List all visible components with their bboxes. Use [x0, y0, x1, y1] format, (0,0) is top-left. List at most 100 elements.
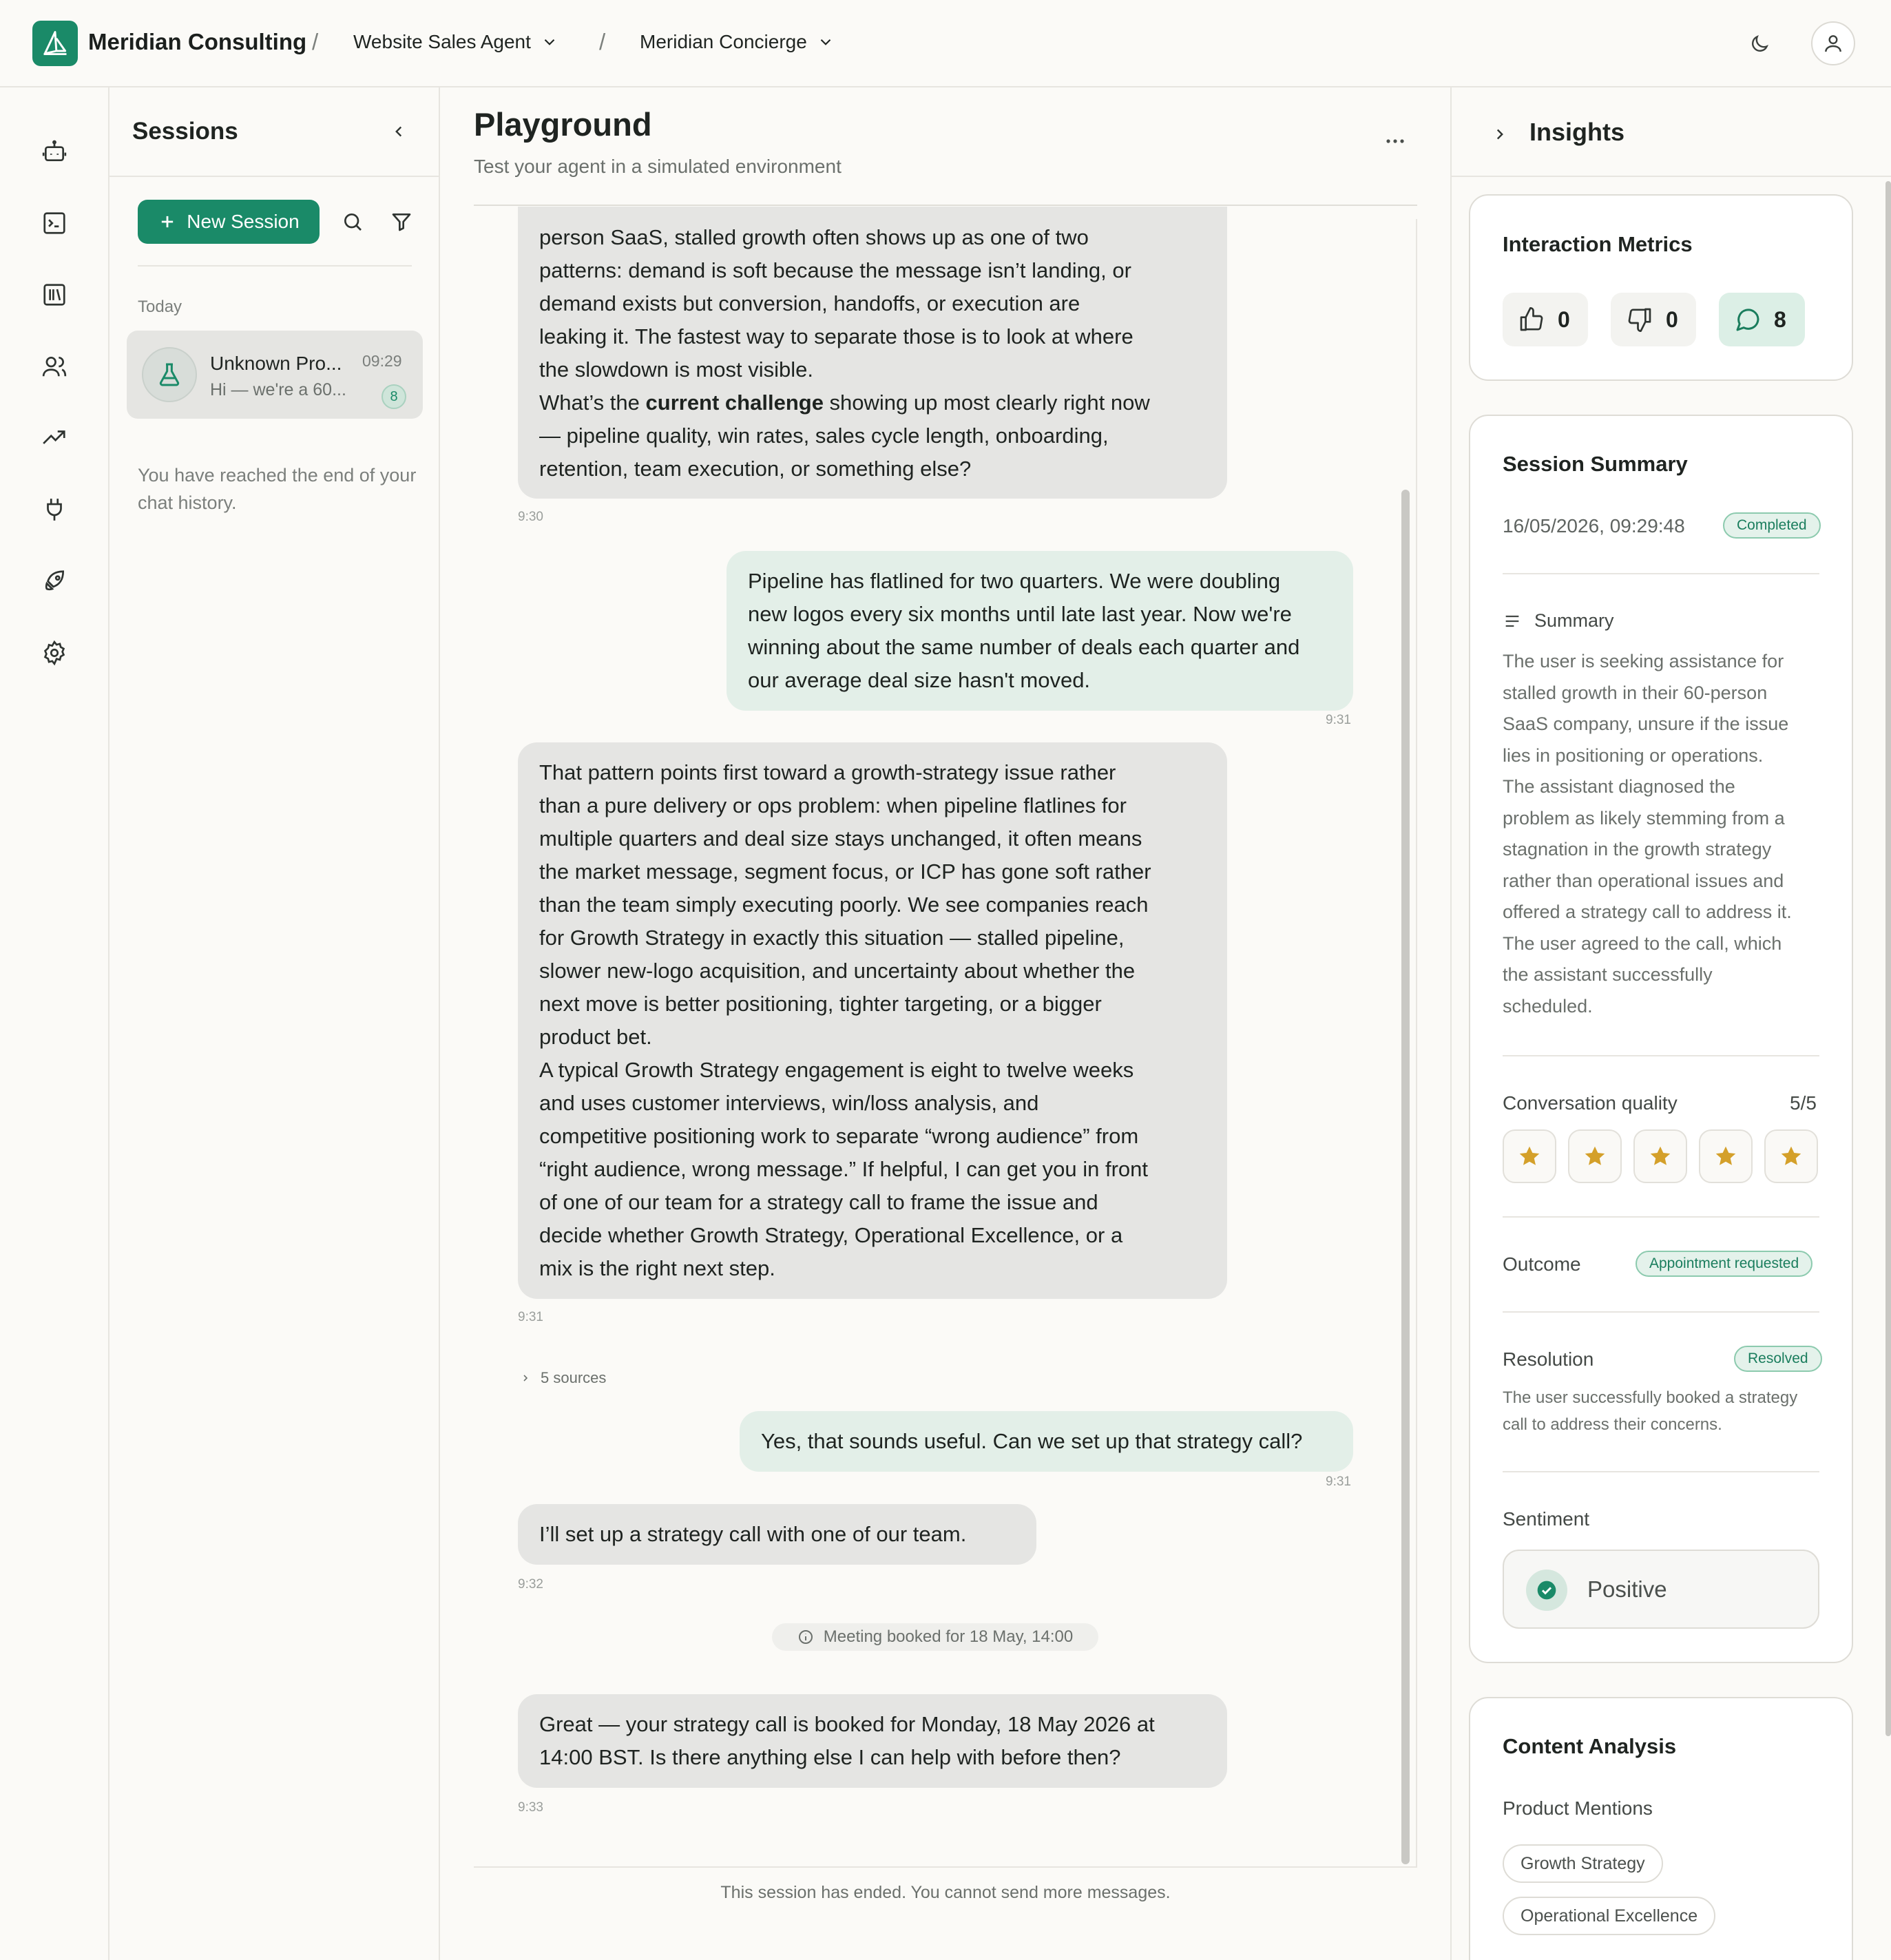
nav-deploy[interactable]: [39, 565, 70, 597]
thumbs-up-value: 0: [1558, 306, 1570, 332]
message-count-value: 8: [1774, 306, 1786, 332]
message-line: our average deal size hasn't moved.: [748, 668, 1091, 692]
sentiment-indicator: Positive: [1503, 1550, 1819, 1629]
summary-label: Summary: [1503, 610, 1614, 632]
divider: [138, 265, 412, 267]
sessions-title: Sessions: [132, 118, 238, 145]
plug-icon: [47, 499, 62, 521]
message-line: slower new-logo acquisition, and uncerta…: [539, 959, 1136, 983]
message-line: winning about the same number of deals e…: [748, 635, 1300, 659]
star-rating-2: [1568, 1129, 1622, 1183]
star-icon: [1781, 1146, 1801, 1165]
summary-line: The user is seeking assistance for: [1503, 651, 1784, 671]
moon-icon: [1752, 35, 1768, 52]
message-line: leaking it. The fastest way to separate …: [539, 324, 1133, 348]
chat-bubble-icon: [1736, 309, 1759, 331]
user-menu-button[interactable]: [1811, 21, 1855, 65]
divider: [1503, 573, 1819, 574]
message-count[interactable]: 8: [1719, 293, 1805, 346]
text-span: showing up most clearly right now: [823, 390, 1150, 415]
collapse-insights-button[interactable]: [1486, 121, 1514, 148]
message-line: 14:00 BST. Is there anything else I can …: [539, 1745, 1121, 1769]
session-list-item[interactable]: Unknown Pro... Hi — we're a 60... 09:29 …: [127, 331, 423, 419]
new-session-label: New Session: [187, 211, 300, 232]
nav-contacts[interactable]: [39, 351, 70, 382]
message-line: of one of our team for a strategy call t…: [539, 1190, 1098, 1214]
nav-integrations[interactable]: [39, 494, 70, 525]
nav-library[interactable]: [39, 279, 70, 311]
message-line: patterns: demand is soft because the mes…: [539, 258, 1131, 282]
chevron-left-icon: [395, 126, 402, 137]
theme-toggle-button[interactable]: [1743, 28, 1776, 61]
org-name[interactable]: Meridian Consulting: [88, 29, 306, 55]
agent-selector[interactable]: Website Sales Agent: [353, 31, 558, 53]
divider: [474, 205, 1417, 206]
breadcrumb-separator: /: [312, 29, 319, 54]
summary-line: stagnation in the growth strategy: [1503, 839, 1772, 859]
nav-analytics[interactable]: [39, 422, 70, 454]
message-line: — pipeline quality, win rates, sales cyc…: [539, 424, 1109, 448]
card-title: Interaction Metrics: [1503, 232, 1693, 256]
star-icon: [1519, 1146, 1540, 1165]
product-mention-chip[interactable]: Growth Strategy: [1503, 1844, 1663, 1883]
nav-playground[interactable]: [39, 207, 70, 239]
session-time: 09:29: [362, 352, 402, 370]
nav-settings[interactable]: [39, 637, 70, 669]
sources-toggle[interactable]: 5 sources: [520, 1369, 606, 1387]
message-line: That pattern points first toward a growt…: [539, 760, 1116, 784]
summary-line: stalled growth in their 60-person: [1503, 682, 1768, 703]
text-lines-icon: [1505, 615, 1519, 627]
flask-icon: [159, 363, 180, 386]
persona-selector[interactable]: Meridian Concierge: [640, 31, 835, 53]
chevron-right-icon: [523, 1375, 528, 1382]
message-line: Pipeline has flatlined for two quarters.…: [748, 569, 1281, 593]
meeting-booked-event: Meeting booked for 18 May, 14:00: [772, 1623, 1098, 1651]
collapse-sessions-button[interactable]: [385, 118, 412, 145]
filter-sessions-button[interactable]: [388, 208, 415, 236]
divider: [1503, 1055, 1819, 1056]
search-sessions-button[interactable]: [339, 208, 366, 236]
chevron-right-icon: [1496, 129, 1503, 140]
resolution-label: Resolution: [1503, 1348, 1594, 1370]
nav-agents[interactable]: [39, 136, 70, 167]
message-count-badge: 8: [382, 384, 406, 409]
assistant-message: Great — your strategy call is booked for…: [518, 1694, 1227, 1788]
message-line: product bet.: [539, 1025, 652, 1049]
message-line: retention, team execution, or something …: [539, 457, 972, 481]
message-line: What’s the current challenge showing up …: [539, 386, 1206, 419]
message-line: new logos every six months until late la…: [748, 602, 1292, 626]
thumbs-down-count[interactable]: 0: [1611, 293, 1696, 346]
insights-scrollbar[interactable]: [1885, 181, 1891, 1736]
user-message: Pipeline has flatlined for two quarters.…: [727, 551, 1353, 711]
org-logo[interactable]: [32, 21, 78, 66]
message-timestamp: 9:33: [518, 1800, 543, 1815]
session-summary-card: [1469, 415, 1853, 1663]
plus-icon: [162, 216, 174, 228]
nav-rail: [0, 87, 109, 1960]
product-mention-chip[interactable]: Operational Excellence: [1503, 1897, 1716, 1935]
thumbs-up-count[interactable]: 0: [1503, 293, 1588, 346]
message-line: than a pure delivery or ops problem: whe…: [539, 793, 1127, 817]
summary-text: The user is seeking assistance for stall…: [1503, 646, 1819, 1022]
more-options-button[interactable]: [1381, 131, 1409, 152]
assistant-message: That pattern points first toward a growt…: [518, 742, 1227, 1299]
trending-up-icon: [43, 430, 65, 444]
users-icon: [42, 356, 67, 377]
message-line: person SaaS, stalled growth often shows …: [539, 225, 1089, 249]
product-mentions-label: Product Mentions: [1503, 1797, 1653, 1819]
thumbs-up-icon: [1520, 307, 1543, 331]
summary-label-text: Summary: [1534, 610, 1614, 631]
top-bar: Meridian Consulting / Website Sales Agen…: [0, 0, 1891, 87]
event-label: Meeting booked for 18 May, 14:00: [823, 1627, 1074, 1646]
star-icon: [1650, 1146, 1671, 1165]
session-avatar: [142, 347, 197, 402]
message-line: “right audience, wrong message.” If help…: [539, 1157, 1148, 1181]
message-line: competitive positioning work to separate…: [539, 1124, 1139, 1148]
new-session-button[interactable]: New Session: [138, 200, 320, 244]
user-icon: [1825, 35, 1841, 52]
bold-text: current challenge: [645, 390, 824, 415]
check-circle-icon: [1537, 1581, 1556, 1600]
chat-scrollbar[interactable]: [1401, 490, 1410, 1864]
sentiment-value: Positive: [1587, 1576, 1667, 1602]
star-rating-5: [1764, 1129, 1818, 1183]
